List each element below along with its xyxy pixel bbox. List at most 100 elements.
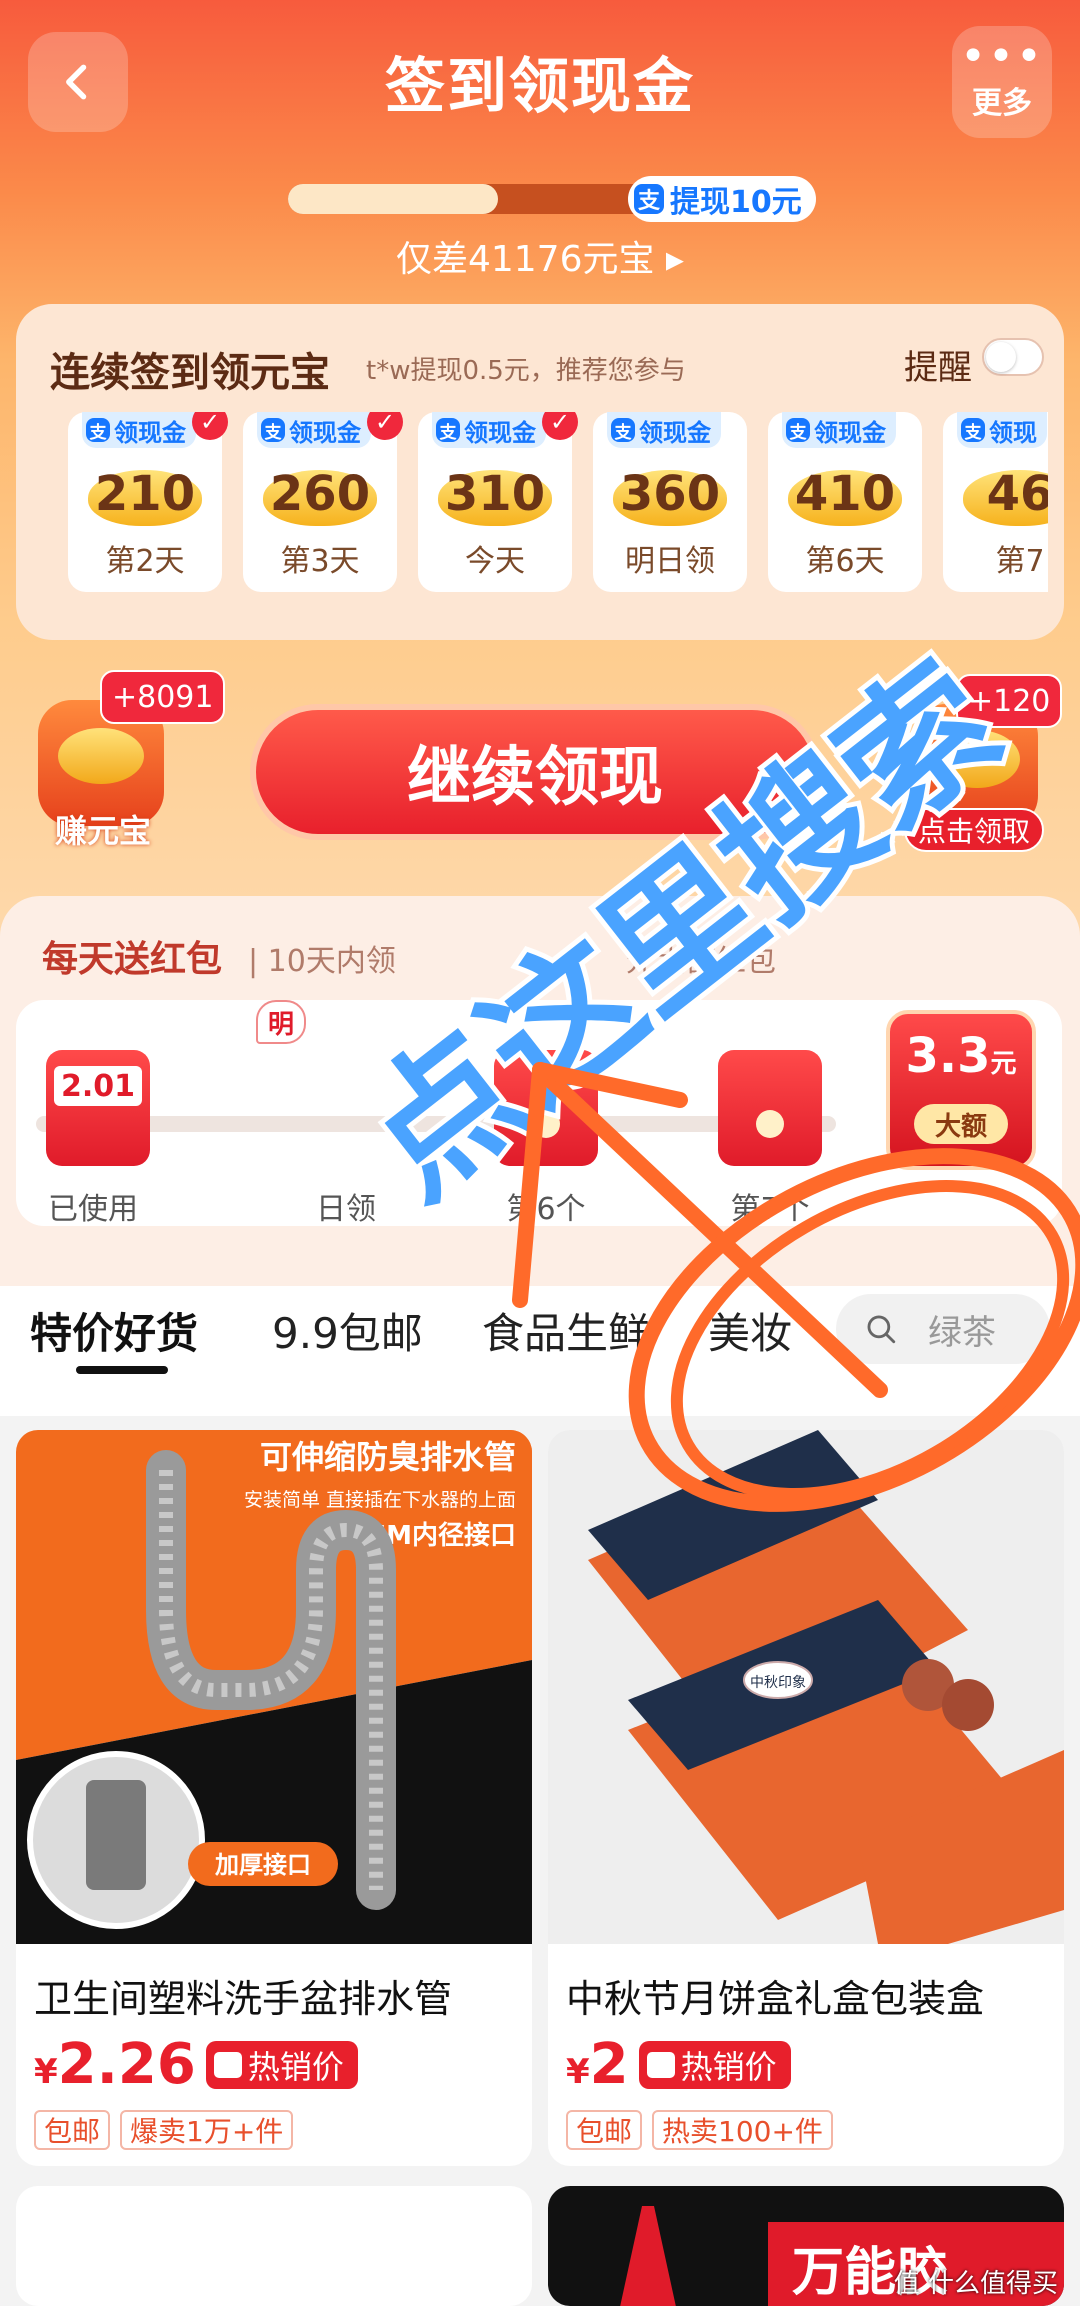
- product-tags: 包邮 热卖100+件: [566, 2110, 843, 2150]
- product-price: ¥2.26: [34, 2032, 196, 2097]
- hot-tag-label: 热销价: [680, 2047, 777, 2086]
- gold-ingot-icon: [934, 730, 1020, 788]
- more-label: 更多: [972, 86, 1032, 121]
- checkin-day[interactable]: 支领现金 410 第6天: [768, 412, 922, 592]
- product-name: 中秋节月饼盒礼盒包装盒: [566, 1977, 985, 2021]
- search-placeholder: 绿茶: [928, 1312, 996, 1353]
- alipay-icon: 支: [436, 418, 460, 443]
- big-red-envelope[interactable]: 3.3元 大额: [886, 1010, 1036, 1170]
- tab-food[interactable]: 食品生鲜: [482, 1300, 650, 1361]
- checkin-days: 支领现金 ✓ 210 第2天 支领现金 ✓ 260 第3天 支领现金 ✓ 310…: [68, 412, 1048, 602]
- page-title: 签到领现金: [385, 52, 695, 122]
- header: 签到领现金 ••• 更多: [0, 0, 1080, 160]
- tab-beauty[interactable]: 美妆: [708, 1300, 792, 1361]
- red-envelope[interactable]: 2.01: [46, 1050, 150, 1166]
- product-image-subtitle: 安装简单 直接插在下水器的上面: [244, 1489, 516, 1511]
- price-row: ¥2 热销价: [566, 2032, 791, 2097]
- product-image-logo: 中秋印象: [750, 1675, 806, 1691]
- check-icon: ✓: [542, 412, 578, 440]
- day-badge-label: 领现金: [289, 418, 361, 447]
- envelope-label: 已使用: [48, 1192, 138, 1227]
- alipay-icon: 支: [611, 418, 635, 443]
- product-grid: 可伸缩防臭排水管 安装简单 直接插在下水器的上面 26MM内径接口 加厚接口 卫…: [0, 1416, 1080, 2306]
- tag-icon: [646, 2051, 675, 2078]
- earn-badge: +8091: [100, 670, 226, 724]
- tab-underline: [76, 1366, 168, 1374]
- envelope-label: 第6个: [506, 1192, 586, 1227]
- checkin-day[interactable]: 支领现金 ✓ 260 第3天: [243, 412, 403, 592]
- day-label: 明日领: [625, 544, 715, 579]
- check-icon: ✓: [192, 412, 228, 440]
- day-badge: 支领现金: [257, 412, 371, 448]
- price-symbol: ¥: [566, 2052, 590, 2092]
- redpacket-desc-tail: 元大额红包: [625, 944, 776, 979]
- alipay-icon: 支: [786, 418, 810, 443]
- earn-ingots-button[interactable]: 赚元宝 +8091: [38, 670, 226, 850]
- more-dots-icon: •••: [960, 31, 1044, 82]
- hot-tag-label: 热销价: [247, 2047, 344, 2086]
- price-value: 2.26: [57, 2032, 196, 2097]
- product-card[interactable]: [16, 2186, 532, 2306]
- product-image-title: 可伸缩防臭排水管: [260, 1438, 516, 1476]
- day-badge-label: 领现金: [814, 418, 886, 447]
- product-tag: 包邮: [34, 2110, 111, 2150]
- redpacket-title: 每天送红包: [42, 939, 223, 980]
- day-value: 210: [94, 466, 196, 522]
- tomorrow-tag: 明: [256, 1000, 307, 1044]
- big-envelope-value: 3.3元: [890, 1028, 1032, 1084]
- remind-toggle[interactable]: [982, 338, 1044, 376]
- checkin-day[interactable]: 支领现金 ✓ 210 第2天: [68, 412, 228, 592]
- lock-icon: [532, 1110, 560, 1138]
- envelope-label: 日领: [316, 1192, 376, 1227]
- red-envelope[interactable]: [494, 1050, 598, 1166]
- click-claim-button[interactable]: 点击领取 +120: [904, 674, 1063, 854]
- checkin-day[interactable]: 支领现金 ✓ 310 今天: [418, 412, 578, 592]
- checkin-title: 连续签到领元宝: [50, 350, 330, 396]
- lock-icon: [756, 1110, 784, 1138]
- day-badge-label: 领现金: [464, 418, 536, 447]
- redpacket-desc: | 10天内领 元大额红包: [248, 936, 776, 980]
- day-label: 第6天: [805, 544, 885, 579]
- continue-claim-button[interactable]: 继续领现: [250, 704, 820, 840]
- envelope-label: 第7个: [730, 1192, 810, 1227]
- price-row: ¥2.26 热销价: [34, 2032, 358, 2097]
- product-image-badge: 加厚接口: [215, 1851, 311, 1879]
- day-badge: 支领现金: [782, 412, 896, 448]
- redpacket-card: 每天送红包 | 10天内领 元大额红包 明 2.01 已使用 日领 第6个 第7个…: [0, 896, 1080, 1286]
- checkin-day[interactable]: 支领现金 360 明日领: [593, 412, 747, 592]
- red-envelope[interactable]: [718, 1050, 822, 1166]
- tab-free-shipping[interactable]: 9.9包邮: [272, 1300, 423, 1361]
- tab-special-deals[interactable]: 特价好货: [30, 1300, 198, 1361]
- mooncake-box-image: 中秋印象: [548, 1430, 1064, 1944]
- more-button[interactable]: ••• 更多: [952, 26, 1052, 138]
- day-badge-label: 领现金: [114, 418, 186, 447]
- withdraw-progress[interactable]: 支 提现10元 仅差41176元宝 ▸: [210, 160, 870, 280]
- product-tag: 热卖100+件: [652, 2110, 833, 2150]
- search-input[interactable]: 绿茶: [836, 1294, 1050, 1364]
- tag-icon: [213, 2051, 242, 2078]
- product-card[interactable]: 可伸缩防臭排水管 安装简单 直接插在下水器的上面 26MM内径接口 加厚接口 卫…: [16, 1430, 532, 2166]
- claim-label: 点击领取: [904, 808, 1044, 852]
- toggle-knob: [986, 342, 1016, 372]
- day-value: 46: [986, 466, 1048, 522]
- withdraw-badge-label: 提现10元: [670, 185, 802, 220]
- product-image-shape: [618, 2206, 678, 2306]
- product-card[interactable]: 万能胶 值 什么值得买: [548, 2186, 1064, 2306]
- day-value: 260: [269, 466, 371, 522]
- day-label: 今天: [465, 544, 525, 579]
- alipay-icon: 支: [261, 418, 285, 443]
- redpacket-desc-head: | 10天内领: [248, 944, 396, 979]
- check-icon: ✓: [367, 412, 403, 440]
- checkin-desc: t*w提现0.5元，推荐您参与: [366, 356, 686, 386]
- checkin-day[interactable]: 支领现 46 第7: [943, 412, 1048, 592]
- claim-badge: +120: [956, 674, 1063, 728]
- redpacket-track: [36, 1116, 836, 1132]
- day-badge: 支领现: [957, 412, 1047, 448]
- day-value: 310: [444, 466, 546, 522]
- progress-subtitle: 仅差41176元宝 ▸: [395, 239, 685, 280]
- product-card[interactable]: 中秋印象 中秋节月饼盒礼盒包装盒 ¥2 热销价 包邮 热卖100+件: [548, 1430, 1064, 2166]
- category-tabs: 特价好货 9.9包邮 食品生鲜 美妆 绿茶: [0, 1286, 1080, 1416]
- big-value: 3.3: [905, 1028, 991, 1084]
- remind-label: 提醒: [904, 348, 972, 388]
- day-badge: 支领现金: [82, 412, 196, 448]
